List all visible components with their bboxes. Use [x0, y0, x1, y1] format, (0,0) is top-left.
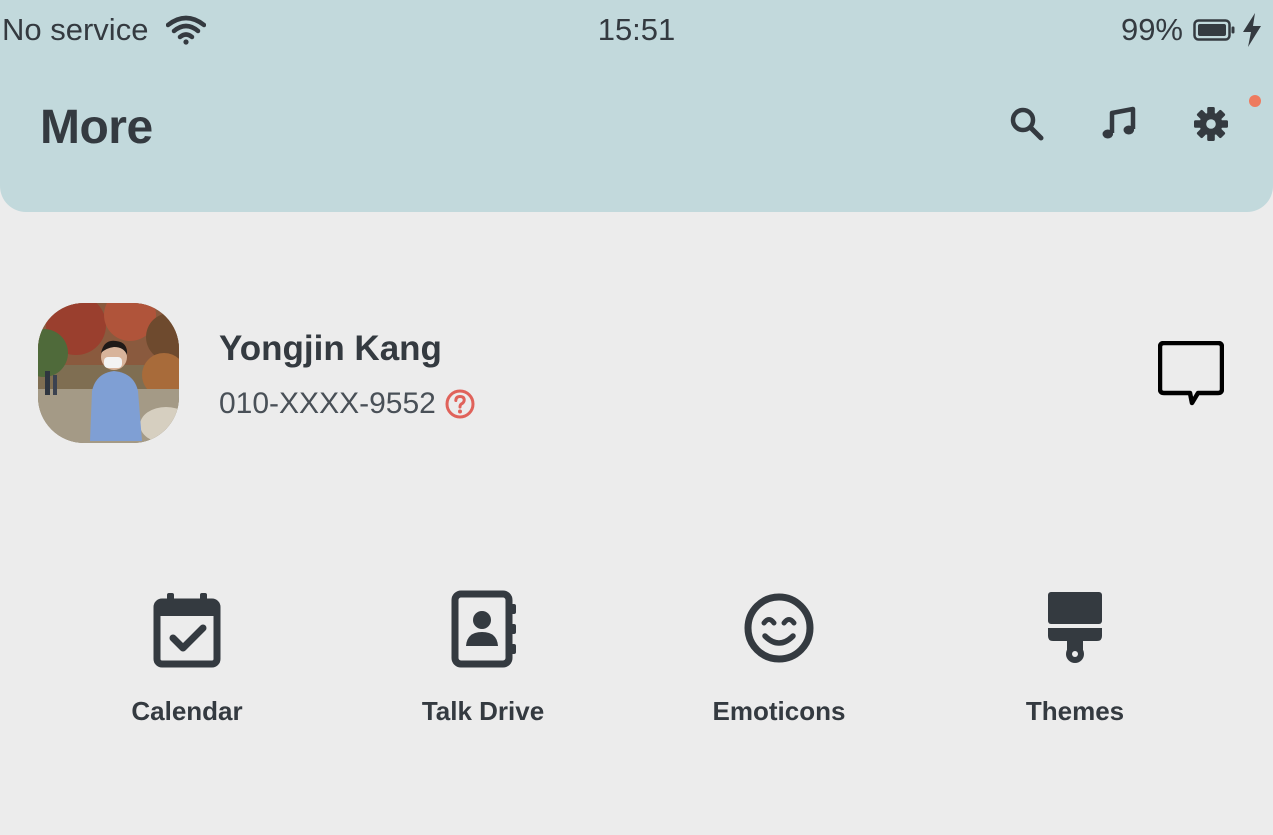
search-icon — [1010, 107, 1044, 141]
page-title: More — [40, 101, 153, 154]
question-circle-icon[interactable] — [444, 388, 476, 420]
charging-bolt-icon — [1243, 13, 1261, 47]
shortcut-label: Talk Drive — [421, 696, 545, 726]
music-note-icon — [1102, 106, 1136, 139]
gear-icon — [1194, 107, 1228, 141]
shortcut-emoticons[interactable]: Emoticons — [669, 590, 889, 727]
shortcut-label: Calendar — [131, 696, 243, 726]
header-actions — [1009, 95, 1261, 142]
status-bar: No service 15:51 99% — [0, 0, 1273, 60]
clock: 15:51 — [597, 12, 676, 47]
shortcut-talk-drive[interactable]: Talk Drive — [373, 590, 593, 727]
search-button[interactable] — [1009, 106, 1045, 142]
settings-button[interactable] — [1193, 95, 1261, 142]
smiley-icon — [744, 593, 814, 663]
battery-icon — [1193, 19, 1235, 41]
battery-status: 99% — [1121, 12, 1263, 48]
shortcut-themes[interactable]: Themes — [965, 590, 1185, 727]
profile-name: Yongjin Kang — [219, 329, 442, 368]
avatar[interactable] — [38, 303, 179, 443]
music-button[interactable] — [1101, 106, 1137, 142]
contacts-book-icon — [451, 590, 516, 668]
calendar-check-icon — [153, 593, 221, 668]
profile-card[interactable]: Yongjin Kang 010-XXXX-9552 — [38, 303, 1238, 445]
paint-brush-icon — [1048, 592, 1102, 663]
shortcut-calendar[interactable]: Calendar — [77, 590, 297, 727]
profile-photo — [38, 303, 179, 443]
app-header: No service 15:51 99% More — [0, 0, 1273, 212]
profile-phone: 010-XXXX-9552 — [219, 387, 436, 420]
profile-phone-row: 010-XXXX-9552 — [219, 387, 476, 421]
chat-bubble-icon[interactable] — [1158, 341, 1224, 407]
shortcut-label: Emoticons — [712, 696, 846, 726]
shortcut-label: Themes — [1025, 696, 1125, 726]
battery-percent: 99% — [1120, 12, 1183, 47]
shortcut-grid: Calendar Talk Drive Emoticons Themes — [0, 590, 1273, 740]
notification-dot — [1249, 95, 1261, 107]
